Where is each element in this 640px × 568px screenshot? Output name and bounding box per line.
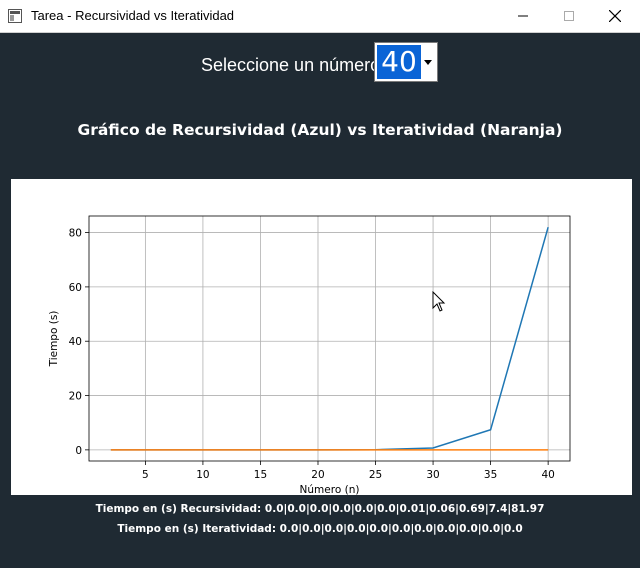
x-tick-label: 35 — [484, 469, 497, 481]
chart-svg: 5 10 15 20 25 30 35 40 0 20 40 60 80 Número (n) Tiempo… — [48, 215, 571, 495]
chart-title: Gráfico de Recursividad (Azul) vs Iterat… — [77, 121, 563, 139]
y-tick-label: 20 — [69, 391, 82, 403]
x-tick-label: 15 — [254, 469, 267, 481]
close-icon — [609, 10, 621, 22]
x-tick-label: 10 — [196, 469, 209, 481]
maximize-icon — [564, 11, 574, 21]
number-combobox-value: 40 — [377, 45, 421, 79]
x-tick-label: 5 — [142, 469, 149, 481]
y-tick-label: 60 — [69, 282, 82, 294]
minimize-button[interactable] — [500, 0, 546, 32]
plot-frame — [88, 215, 571, 462]
mouse-cursor-icon — [432, 291, 446, 312]
iterative-times-text: Tiempo en (s) Iteratividad: 0.0|0.0|0.0|… — [117, 523, 523, 535]
chart-panel: 5 10 15 20 25 30 35 40 0 20 40 60 80 Número (n) Tiempo… — [11, 179, 632, 495]
maximize-button[interactable] — [546, 0, 592, 32]
number-combobox[interactable]: 40 — [374, 42, 438, 82]
number-selector-label: Seleccione un número — [201, 55, 381, 75]
x-tick-label: 25 — [369, 469, 382, 481]
y-axis-label: Tiempo (s) — [48, 311, 60, 368]
y-tick-label: 40 — [69, 336, 82, 348]
minimize-icon — [518, 15, 528, 17]
close-button[interactable] — [592, 0, 638, 32]
window-titlebar: Tarea - Recursividad vs Iteratividad — [0, 0, 640, 33]
dropdown-arrow-icon[interactable] — [421, 45, 435, 79]
series-line-recursividad — [110, 227, 549, 451]
y-tick-label: 0 — [75, 445, 82, 457]
x-tick-label: 40 — [541, 469, 554, 481]
x-tick-label: 20 — [311, 469, 324, 481]
y-tick-label: 80 — [69, 228, 82, 240]
x-tick-label: 30 — [426, 469, 439, 481]
recursive-times-text: Tiempo en (s) Recursividad: 0.0|0.0|0.0|… — [95, 503, 545, 515]
app-icon — [8, 9, 22, 23]
window-title: Tarea - Recursividad vs Iteratividad — [31, 8, 235, 23]
number-selector-row: Seleccione un número — [0, 44, 640, 84]
x-axis-label: Número (n) — [300, 484, 360, 495]
